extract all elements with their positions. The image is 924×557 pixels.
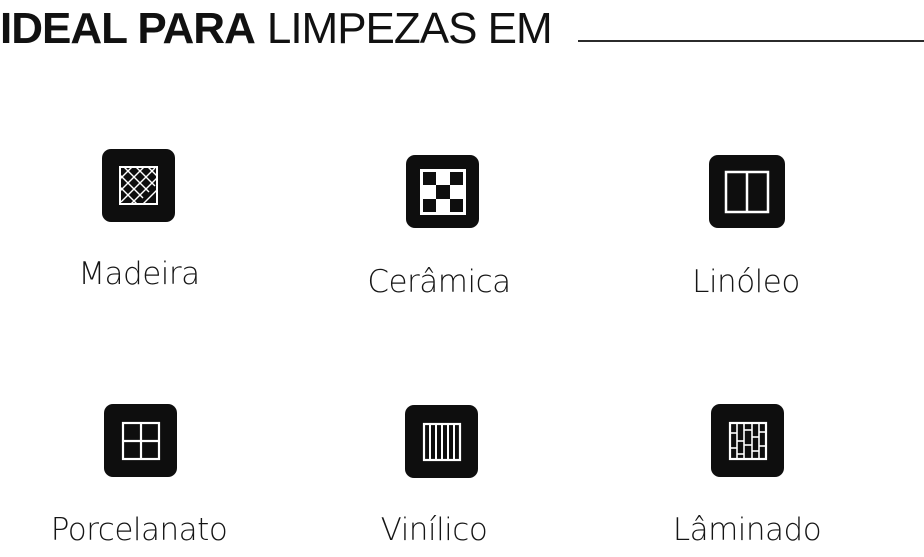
item-label-laminado: Lâminado [672,512,822,548]
staggered-plank-icon [711,404,784,477]
heading-bold-text: IDEAL PARA [0,4,256,53]
item-label-linoleo: Linóleo [692,264,800,300]
item-label-ceramica: Cerâmica [367,264,511,300]
heading-divider [578,40,924,42]
heading-light-text: LIMPEZAS EM [266,4,553,53]
four-square-tile-icon [104,404,177,477]
herringbone-floor-icon [102,149,175,222]
two-panel-floor-icon [709,155,785,228]
item-label-madeira: Madeira [78,256,200,292]
item-label-porcelanato: Porcelanato [50,512,228,548]
checker-tile-icon [406,155,479,228]
item-label-vinilico: Vinílico [380,512,488,548]
section-heading: IDEAL PARA LIMPEZAS EM [0,4,553,54]
vertical-plank-icon [405,405,478,478]
